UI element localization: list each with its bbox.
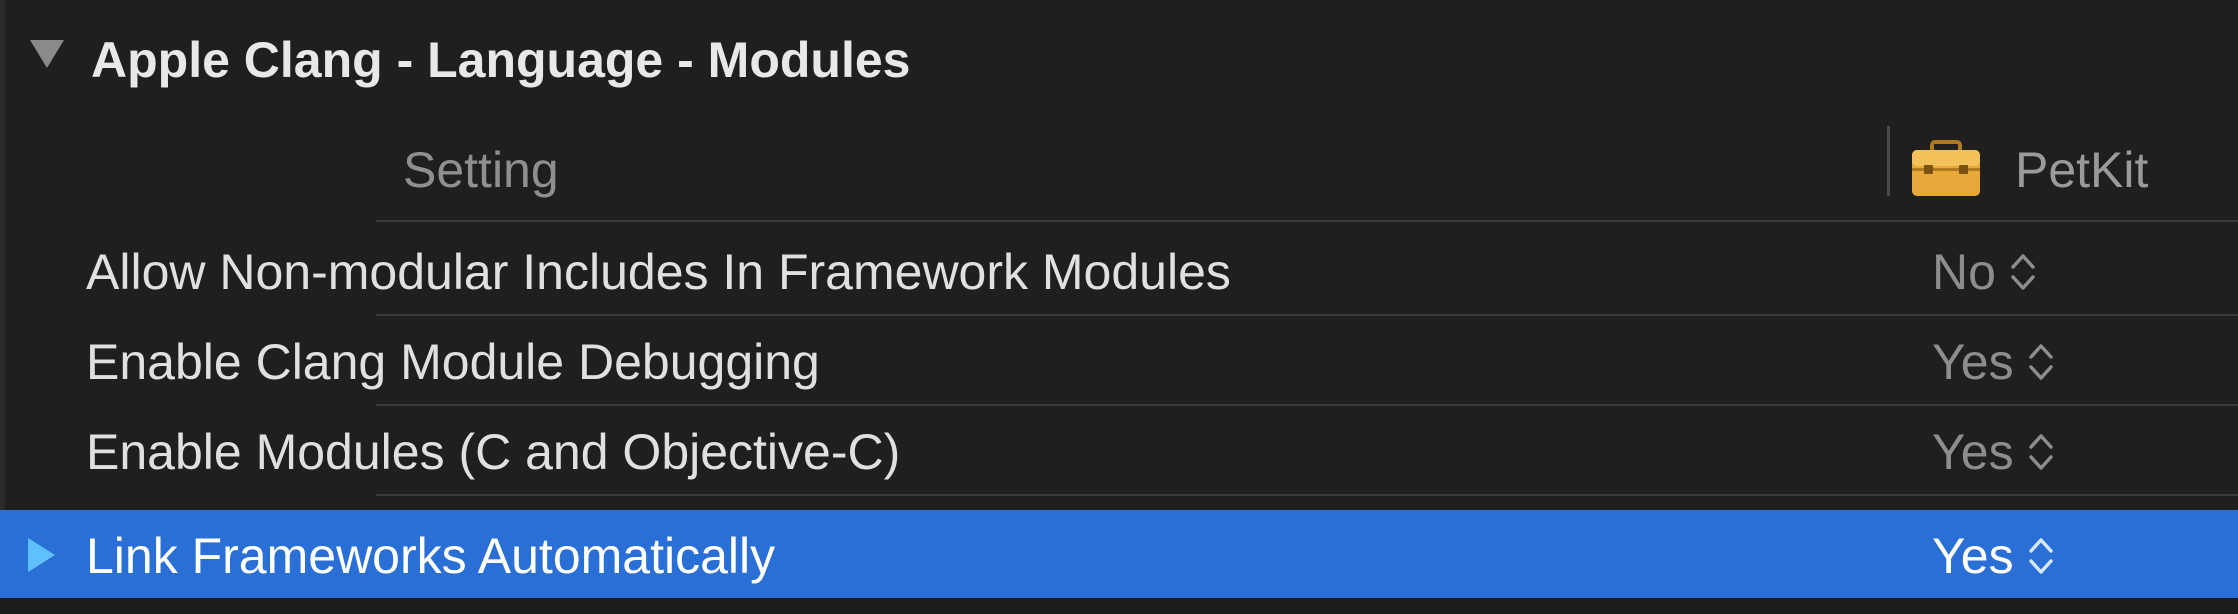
bottom-strip (0, 598, 2238, 614)
setting-label: Enable Modules (C and Objective-C) (86, 424, 901, 480)
setting-row[interactable]: Allow Non-modular Includes In Framework … (0, 226, 2238, 316)
column-header-target[interactable]: PetKit (2015, 134, 2148, 206)
setting-row[interactable]: Enable Modules (C and Objective-C) Yes (0, 406, 2238, 496)
row-separator (376, 494, 2238, 496)
setting-label: Allow Non-modular Includes In Framework … (86, 244, 1231, 300)
column-header-setting[interactable]: Setting (403, 134, 559, 206)
setting-value-text: Yes (1932, 528, 2014, 584)
up-down-chevron-icon[interactable] (2010, 250, 2036, 294)
setting-value[interactable]: Yes (1932, 326, 2054, 398)
up-down-chevron-icon[interactable] (2028, 430, 2054, 474)
setting-row[interactable]: Enable Clang Module Debugging Yes (0, 316, 2238, 406)
setting-value[interactable]: Yes (1932, 520, 2054, 592)
section-title: Apple Clang - Language - Modules (91, 32, 911, 88)
column-header: Setting PetKit (376, 122, 2238, 222)
setting-value[interactable]: Yes (1932, 416, 2054, 488)
section-header[interactable]: Apple Clang - Language - Modules (0, 0, 2238, 122)
toolbox-icon (1912, 140, 1980, 196)
build-settings-panel: Apple Clang - Language - Modules Setting… (0, 0, 2238, 614)
setting-value[interactable]: No (1932, 236, 2036, 308)
column-divider[interactable] (1887, 126, 1890, 196)
setting-label: Link Frameworks Automatically (86, 528, 776, 584)
triangle-right-icon[interactable] (28, 538, 55, 572)
setting-row-selected[interactable]: Link Frameworks Automatically Yes (0, 510, 2238, 598)
setting-value-text: No (1932, 244, 1996, 300)
setting-value-text: Yes (1932, 334, 2014, 390)
setting-value-text: Yes (1932, 424, 2014, 480)
triangle-down-icon[interactable] (30, 40, 64, 68)
up-down-chevron-icon[interactable] (2028, 534, 2054, 578)
setting-label: Enable Clang Module Debugging (86, 334, 820, 390)
up-down-chevron-icon[interactable] (2028, 340, 2054, 384)
